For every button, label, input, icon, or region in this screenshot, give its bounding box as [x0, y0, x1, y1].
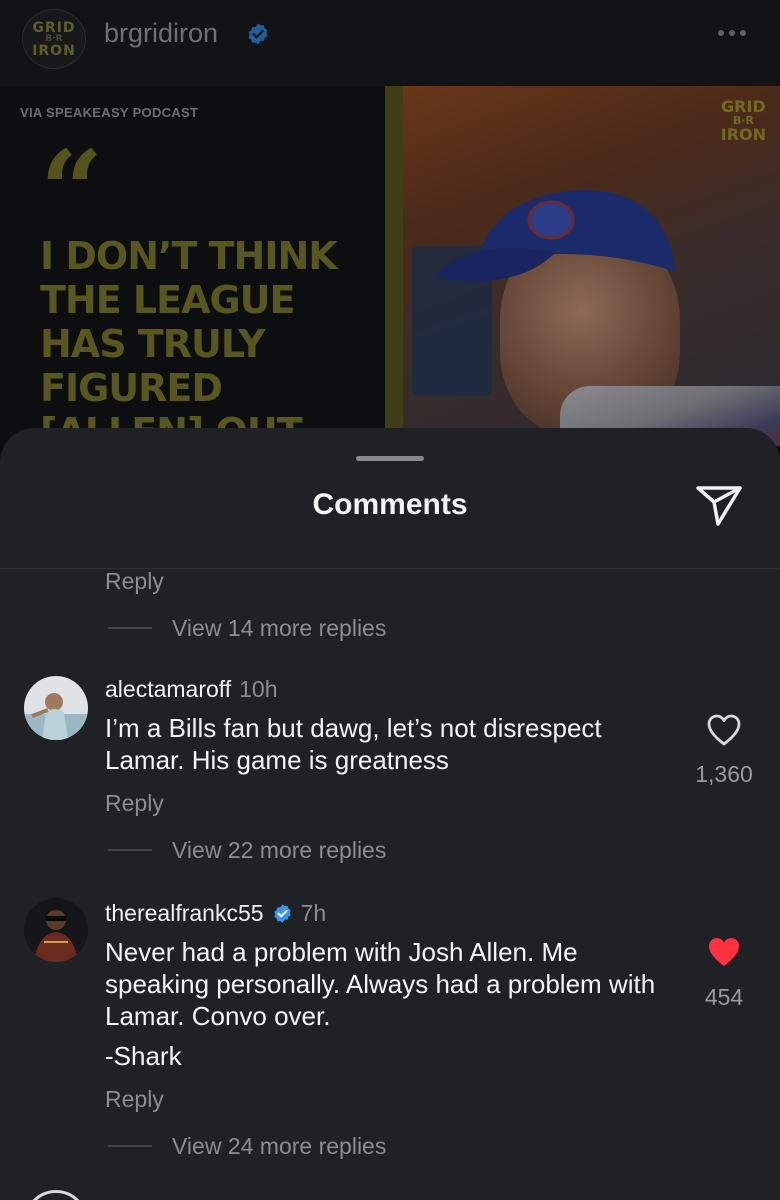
quote-text: I DON’T THINK THE LEAGUE HAS TRULY FIGUR… [40, 234, 338, 446]
quote-mark: “ [40, 126, 104, 255]
reply-button[interactable]: Reply [105, 1086, 164, 1113]
corner-logo-top: GRID [721, 97, 766, 116]
corner-logo: GRID B·R IRON [720, 97, 766, 144]
comment-username[interactable]: alectamaroff [105, 676, 231, 703]
view-replies-button[interactable]: View 22 more replies [108, 835, 386, 865]
source-credit: VIA SPEAKEASY PODCAST [20, 105, 199, 120]
reply-button[interactable]: Reply [105, 568, 164, 595]
comment-username[interactable]: therealfrankc55 [105, 900, 264, 927]
verified-badge-icon [248, 23, 268, 45]
post-image[interactable]: VIA SPEAKEASY PODCAST “ I DON’T THINK TH… [0, 86, 780, 446]
comment-signoff: -Shark [105, 1041, 182, 1071]
corner-logo-bottom: IRON [720, 125, 766, 144]
comment-time: 7h [300, 900, 327, 926]
share-icon[interactable] [694, 482, 744, 528]
verified-badge-icon [273, 904, 291, 923]
comment-text: Never had a problem with Josh Allen. Me … [105, 937, 656, 1031]
drag-handle[interactable] [356, 456, 424, 461]
account-avatar[interactable]: GRID B·R IRON [22, 9, 86, 69]
view-replies-button[interactable]: View 14 more replies [108, 613, 386, 643]
like-count: 1,360 [695, 761, 753, 787]
view-replies-button[interactable]: View 24 more replies [108, 1131, 386, 1161]
player-cap [436, 190, 676, 282]
view-replies-label: View 22 more replies [172, 836, 387, 863]
thread-line [108, 849, 152, 851]
view-replies-label: View 14 more replies [172, 614, 387, 641]
view-replies-label: View 24 more replies [172, 1132, 387, 1159]
thread-line [108, 627, 152, 629]
avatar-photo [24, 676, 88, 740]
comment-time: 10h [239, 676, 278, 702]
liked-heart-icon[interactable] [706, 935, 742, 969]
comment-header: therealfrankc55 7h [105, 900, 326, 927]
like-heart-icon[interactable] [706, 713, 742, 747]
comments-sheet: Comments Reply View 14 more replies alec… [0, 428, 780, 1200]
comment-text: I’m a Bills fan but dawg, let’s not disr… [105, 713, 602, 775]
photo-divider-stripe [385, 86, 403, 446]
reply-button[interactable]: Reply [105, 790, 164, 817]
like-count: 454 [704, 984, 744, 1010]
commenter-avatar[interactable] [24, 898, 88, 962]
post-header: GRID B·R IRON brgridiron [0, 0, 780, 86]
sheet-title: Comments [312, 488, 468, 521]
more-options-icon[interactable] [718, 30, 746, 36]
thread-line [108, 1145, 152, 1147]
avatar-photo [24, 898, 88, 962]
quote-panel: VIA SPEAKEASY PODCAST “ I DON’T THINK TH… [0, 86, 400, 446]
logo-text-top: GRID [32, 19, 76, 36]
logo-text-bottom: IRON [32, 42, 76, 59]
commenter-avatar[interactable] [24, 676, 88, 740]
post-username[interactable]: brgridiron [104, 18, 218, 49]
comment-header: alectamaroff 10h [105, 676, 278, 703]
